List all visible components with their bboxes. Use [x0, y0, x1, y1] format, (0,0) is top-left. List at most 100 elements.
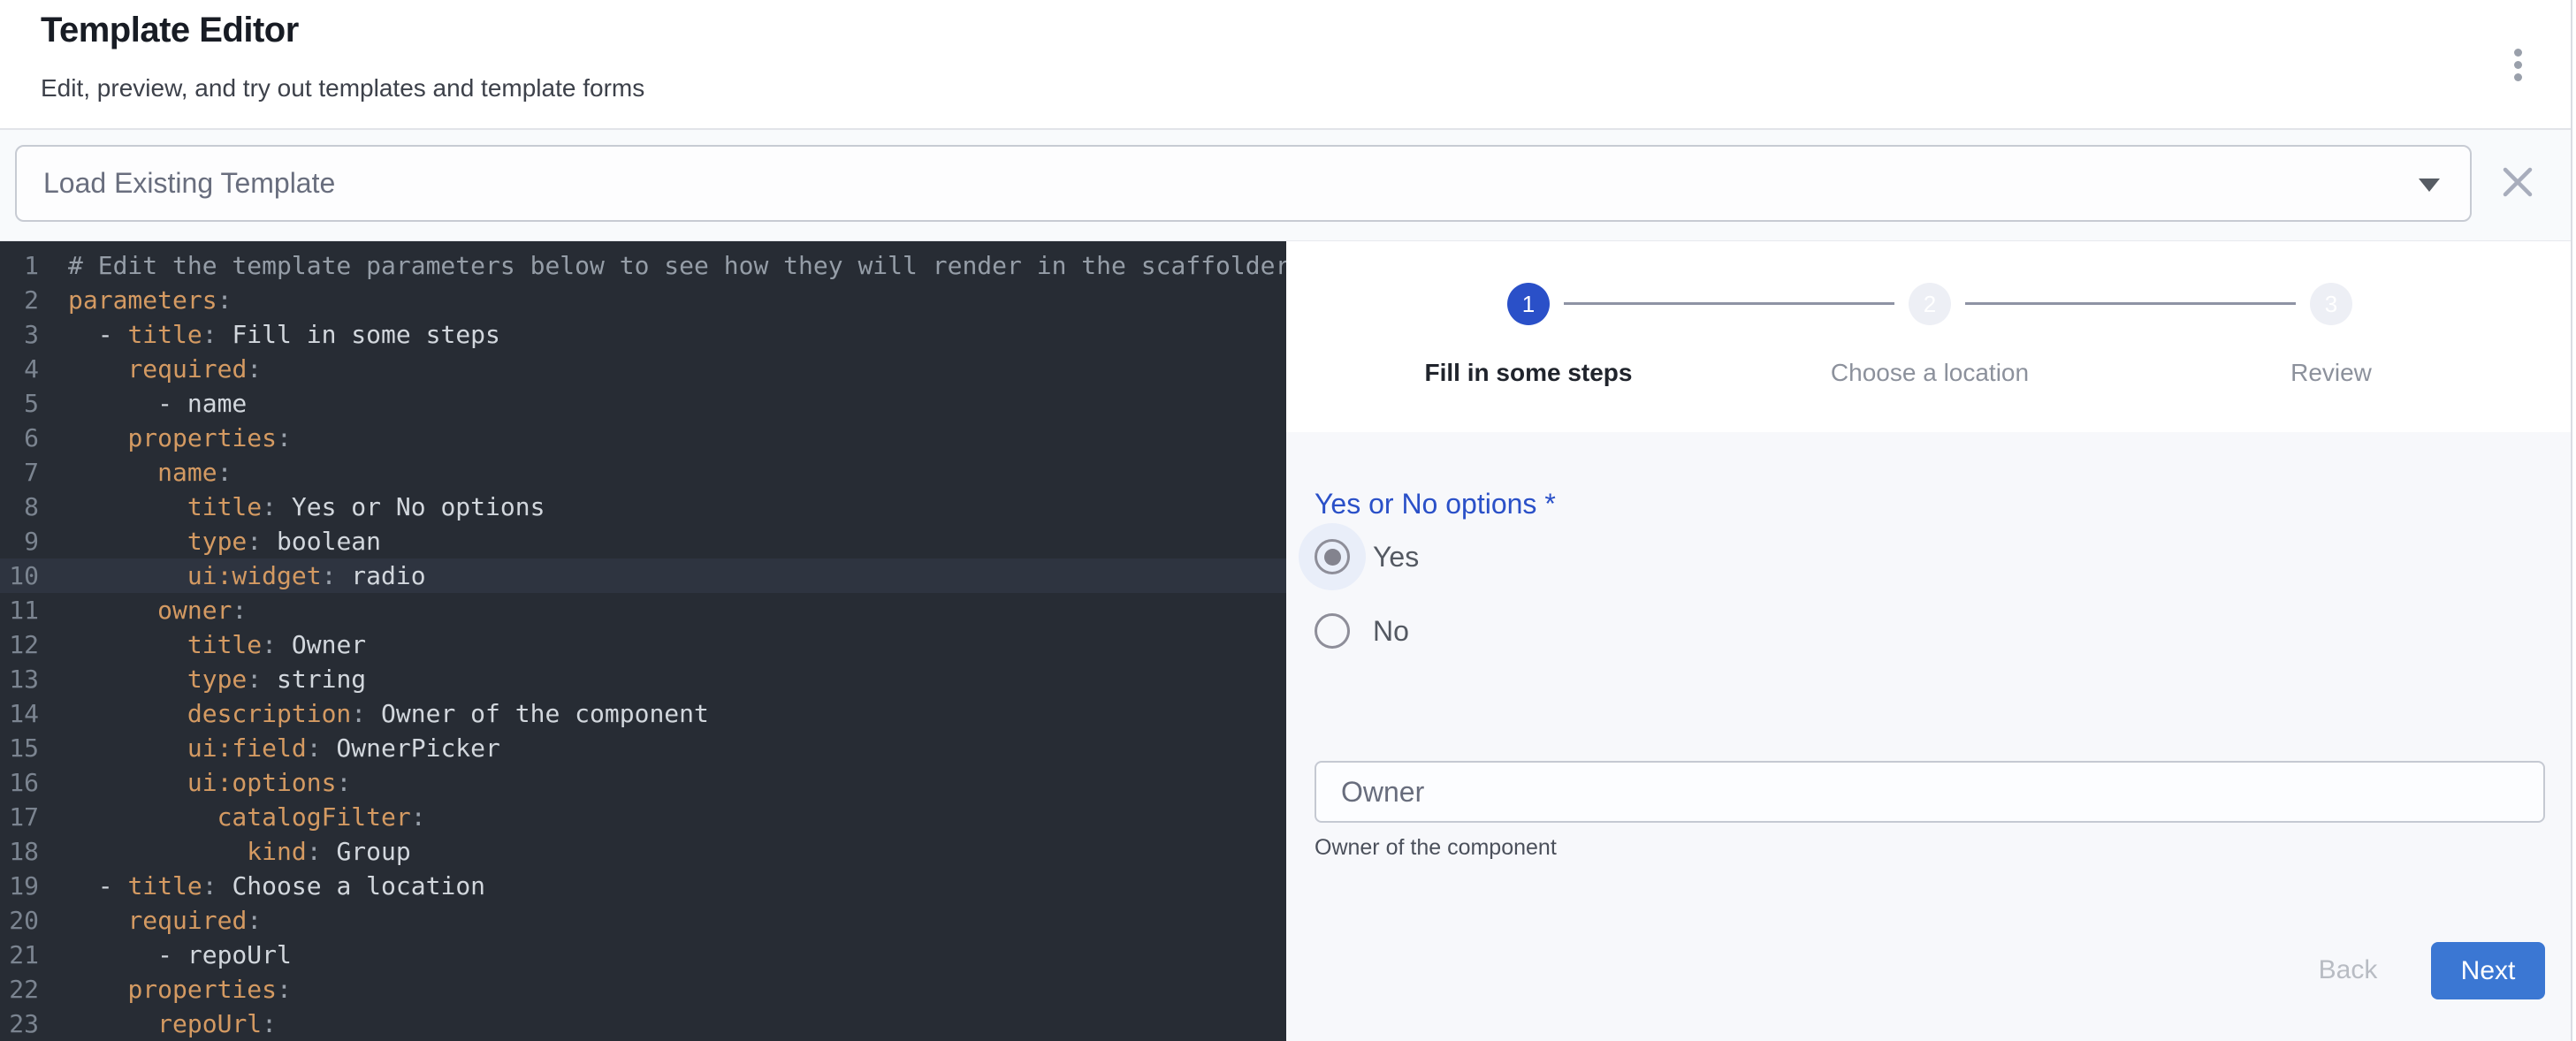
code-line: 19 - title: Choose a location: [0, 869, 1286, 903]
code-line-content: parameters:: [39, 283, 232, 317]
line-number: 8: [0, 490, 39, 524]
code-line: 3 - title: Fill in some steps: [0, 317, 1286, 352]
line-number: 4: [0, 352, 39, 386]
code-line: 21 - repoUrl: [0, 938, 1286, 972]
radio-option-label[interactable]: Yes: [1373, 541, 1419, 574]
owner-helper-text: Owner of the component: [1315, 835, 1557, 861]
radio-option-label[interactable]: No: [1373, 615, 1409, 648]
code-line-content: catalogFilter:: [39, 800, 426, 834]
step-connector: [1965, 302, 2296, 305]
step-2-circle: 2: [1909, 283, 1951, 325]
code-line-content: properties:: [39, 972, 292, 1007]
radio-group-label: Yes or No options *: [1315, 488, 1556, 520]
code-line: 15 ui:field: OwnerPicker: [0, 731, 1286, 765]
code-line-content: # Edit the template parameters below to …: [39, 248, 1286, 283]
line-number: 6: [0, 421, 39, 455]
code-line-content: required:: [39, 352, 262, 386]
code-line: 6 properties:: [0, 421, 1286, 455]
line-number: 20: [0, 903, 39, 938]
code-editor[interactable]: 1# Edit the template parameters below to…: [0, 241, 1286, 1041]
step-3-circle: 3: [2310, 283, 2352, 325]
code-line-content: name:: [39, 455, 232, 490]
line-number: 18: [0, 834, 39, 869]
line-number: 14: [0, 696, 39, 731]
code-line: 13 type: string: [0, 662, 1286, 696]
radio-unselected-icon[interactable]: [1315, 613, 1350, 649]
line-number: 19: [0, 869, 39, 903]
radio-option-yes[interactable]: Yes: [1299, 523, 1419, 590]
code-line: 17 catalogFilter:: [0, 800, 1286, 834]
code-line: 14 description: Owner of the component: [0, 696, 1286, 731]
step-3-label: Review: [2154, 359, 2508, 387]
radio-option-no[interactable]: No: [1299, 597, 1409, 665]
close-template-button[interactable]: [2496, 160, 2539, 206]
line-number: 22: [0, 972, 39, 1007]
code-line: 20 required:: [0, 903, 1286, 938]
code-line-content: required:: [39, 903, 262, 938]
line-number: 17: [0, 800, 39, 834]
code-line: 23 repoUrl:: [0, 1007, 1286, 1041]
code-line-content: type: string: [39, 662, 366, 696]
load-template-input[interactable]: [43, 147, 2386, 220]
code-line-content: repoUrl:: [39, 1007, 277, 1041]
line-number: 11: [0, 593, 39, 627]
chevron-down-icon: [2419, 179, 2440, 192]
code-line: 11 owner:: [0, 593, 1286, 627]
template-editor-page: Template Editor Edit, preview, and try o…: [0, 0, 2576, 1041]
line-number: 10: [0, 558, 39, 593]
line-number: 13: [0, 662, 39, 696]
page-title: Template Editor: [41, 11, 299, 50]
code-line-content: title: Owner: [39, 627, 366, 662]
code-line: 4 required:: [0, 352, 1286, 386]
radio-halo: [1299, 597, 1366, 665]
step-2-label: Choose a location: [1753, 359, 2107, 387]
page-subtitle: Edit, preview, and try out templates and…: [41, 74, 644, 103]
template-preview-panel: 1 Fill in some steps 2 Choose a location 3 Re…: [1286, 241, 2576, 1041]
code-line: 12 title: Owner: [0, 627, 1286, 662]
code-line-content: ui:widget: radio: [39, 558, 426, 593]
line-number: 9: [0, 524, 39, 558]
line-number: 16: [0, 765, 39, 800]
code-line-content: ui:options:: [39, 765, 351, 800]
code-line-content: - name: [39, 386, 247, 421]
kebab-menu-icon: [2514, 49, 2522, 81]
line-number: 15: [0, 731, 39, 765]
line-number: 23: [0, 1007, 39, 1041]
line-number: 2: [0, 283, 39, 317]
page-header: Template Editor Edit, preview, and try o…: [0, 0, 2576, 130]
code-line-content: - title: Choose a location: [39, 869, 485, 903]
close-icon: [2498, 163, 2537, 201]
radio-dot: [1324, 549, 1341, 566]
line-number: 3: [0, 317, 39, 352]
code-line-content: description: Owner of the component: [39, 696, 709, 731]
code-line: 10 ui:widget: radio: [0, 558, 1286, 593]
step-connector: [1564, 302, 1894, 305]
line-number: 21: [0, 938, 39, 972]
owner-field[interactable]: [1315, 761, 2545, 823]
code-line: 22 properties:: [0, 972, 1286, 1007]
load-existing-template-select[interactable]: [15, 145, 2472, 222]
next-button[interactable]: Next: [2431, 942, 2545, 999]
radio-halo: [1299, 523, 1366, 590]
line-number: 5: [0, 386, 39, 421]
code-line: 7 name:: [0, 455, 1286, 490]
line-number: 1: [0, 248, 39, 283]
code-line: 9 type: boolean: [0, 524, 1286, 558]
back-button[interactable]: Back: [2290, 943, 2405, 998]
code-line: 16 ui:options:: [0, 765, 1286, 800]
more-options-button[interactable]: [2493, 35, 2542, 94]
code-line-content: owner:: [39, 593, 247, 627]
line-number: 12: [0, 627, 39, 662]
step-1-label: Fill in some steps: [1352, 359, 1705, 387]
code-line-content: title: Yes or No options: [39, 490, 545, 524]
code-line: 1# Edit the template parameters below to…: [0, 248, 1286, 283]
code-line-content: - repoUrl: [39, 938, 292, 972]
radio-selected-icon[interactable]: [1315, 539, 1350, 574]
code-line-content: properties:: [39, 421, 292, 455]
code-line: 18 kind: Group: [0, 834, 1286, 869]
code-line-content: - title: Fill in some steps: [39, 317, 500, 352]
step-1-circle: 1: [1507, 283, 1550, 325]
load-template-toolbar: [0, 130, 2576, 241]
code-line-content: ui:field: OwnerPicker: [39, 731, 500, 765]
line-number: 7: [0, 455, 39, 490]
